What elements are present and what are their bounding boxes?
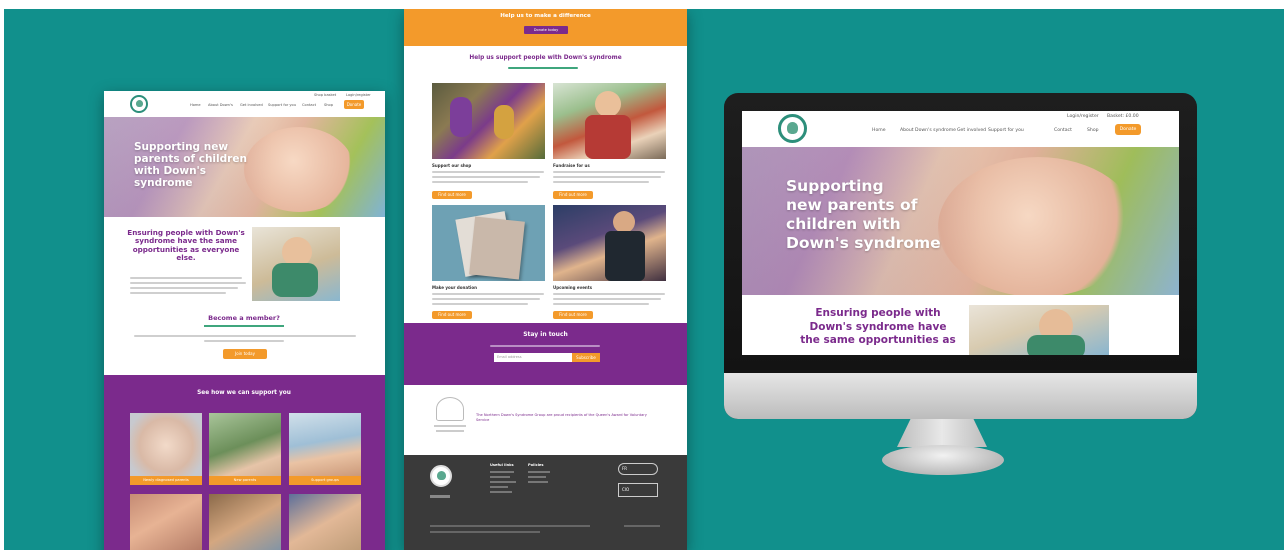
charity-logo[interactable] bbox=[130, 95, 148, 113]
banner-heading: Help us to make a difference bbox=[500, 13, 591, 19]
footer-logo[interactable] bbox=[430, 465, 452, 487]
monitor-intro-line-1: Ensuring people with bbox=[815, 307, 941, 319]
card-button-fundraise[interactable]: Find out more bbox=[553, 191, 593, 199]
support-tile-3-caption: Support groups bbox=[289, 476, 361, 485]
monitor-nav-get-involved[interactable]: Get involved bbox=[957, 128, 986, 133]
newsletter-section: Stay in touch Email address Subscribe bbox=[404, 323, 687, 385]
fundraising-regulator-badge: FR bbox=[618, 463, 658, 475]
crown-icon bbox=[436, 397, 464, 421]
child-playing-photo bbox=[252, 227, 340, 301]
newsletter-heading: Stay in touch bbox=[523, 331, 568, 338]
card-button-events[interactable]: Find out more bbox=[553, 311, 593, 319]
monitor-hero-line-4: Down's syndrome bbox=[786, 233, 941, 252]
support-heading: See how we can support you bbox=[197, 390, 291, 396]
monitor-screen: Login/register Basket: £0.00 Home About … bbox=[742, 111, 1179, 355]
newsletter-email-input[interactable]: Email address bbox=[494, 353, 574, 362]
monitor-nav-shop[interactable]: Shop bbox=[1087, 128, 1099, 133]
monitor-hero-title: Supporting new parents of children with … bbox=[786, 177, 941, 253]
newsletter-subtext bbox=[490, 345, 600, 347]
member-heading: Become a member? bbox=[208, 314, 280, 322]
monitor-login-link[interactable]: Login/register bbox=[1067, 114, 1099, 119]
homepage-mock: Shop basket Login/register Home About Do… bbox=[104, 91, 385, 550]
support-tile-3[interactable]: Support groups bbox=[289, 413, 361, 485]
donate-banner: Help us to make a difference Donate toda… bbox=[404, 9, 687, 46]
card-button-shop[interactable]: Find out more bbox=[432, 191, 472, 199]
support-underline bbox=[508, 67, 578, 69]
card-title-fundraise: Fundraise for us bbox=[553, 163, 590, 168]
monitor-hero-line-1: Supporting bbox=[786, 177, 884, 195]
monitor-hero-line-2: new parents of bbox=[786, 195, 918, 214]
support-tile-2-caption: New parents bbox=[209, 476, 281, 485]
footer-social-icons[interactable] bbox=[430, 495, 450, 498]
site-header: Shop basket Login/register Home About Do… bbox=[104, 91, 385, 117]
support-tile-4[interactable] bbox=[130, 494, 202, 550]
top-link-login[interactable]: Login/register bbox=[346, 93, 371, 97]
award-text: The Northern Down's Syndrome Group are p… bbox=[476, 413, 647, 422]
member-underline bbox=[204, 325, 284, 327]
support-heading: Help us support people with Down's syndr… bbox=[469, 55, 622, 61]
nav-about[interactable]: About Down's bbox=[208, 103, 233, 107]
monitor-nav-about[interactable]: About Down's syndrome bbox=[900, 128, 956, 133]
monitor-header: Login/register Basket: £0.00 Home About … bbox=[742, 111, 1179, 147]
nav-home[interactable]: Home bbox=[190, 103, 201, 107]
nav-contact[interactable]: Contact bbox=[302, 103, 316, 107]
monitor-nav-contact[interactable]: Contact bbox=[1054, 128, 1072, 133]
card-title-donation: Make your donation bbox=[432, 285, 477, 290]
member-text bbox=[134, 335, 356, 337]
queens-award-crest bbox=[432, 397, 468, 437]
support-tile-1[interactable]: Newly diagnosed parents bbox=[130, 413, 202, 485]
monitor-basket-link[interactable]: Basket: £0.00 bbox=[1107, 114, 1139, 119]
banner-donate-button[interactable]: Donate today bbox=[524, 26, 568, 34]
card-title-events: Upcoming events bbox=[553, 285, 593, 290]
monitor-nav-home[interactable]: Home bbox=[872, 128, 886, 133]
monitor-child-photo bbox=[969, 305, 1109, 355]
card-photo-events bbox=[553, 205, 666, 281]
nav-shop[interactable]: Shop bbox=[324, 103, 333, 107]
nav-support[interactable]: Support for you bbox=[268, 103, 296, 107]
footer-heading-policies: Policies bbox=[528, 463, 544, 467]
monitor-intro-line-2: Down's syndrome have bbox=[809, 320, 947, 333]
site-footer: Useful links Policies FR CIO bbox=[404, 455, 687, 550]
monitor-stand-neck bbox=[897, 419, 987, 447]
card-photo-fundraise bbox=[553, 83, 666, 159]
footer-heading-links: Useful links bbox=[490, 463, 514, 467]
intro-heading: Ensuring people with Down's syndrome hav… bbox=[127, 228, 245, 262]
hero-title: Supporting new parents of children with … bbox=[134, 141, 247, 190]
monitor-stand-base bbox=[882, 445, 1004, 475]
monitor-intro-line-3: the same opportunities as bbox=[800, 334, 956, 347]
card-photo-donation bbox=[432, 205, 545, 281]
card-button-donation[interactable]: Find out more bbox=[432, 311, 472, 319]
support-tile-1-caption: Newly diagnosed parents bbox=[130, 476, 202, 485]
monitor-chin bbox=[724, 373, 1197, 419]
support-tile-2[interactable]: New parents bbox=[209, 413, 281, 485]
support-tile-6[interactable] bbox=[289, 494, 361, 550]
fr-badge-text: FR bbox=[622, 466, 628, 471]
charity-badge: CIO bbox=[618, 483, 658, 497]
desktop-monitor: Login/register Basket: £0.00 Home About … bbox=[724, 93, 1197, 419]
nav-donate-button[interactable]: Donate bbox=[344, 100, 364, 109]
join-button[interactable]: Join today bbox=[223, 349, 267, 359]
monitor-intro-heading: Ensuring people with Down's syndrome hav… bbox=[778, 307, 978, 348]
card-photo-shop bbox=[432, 83, 545, 159]
monitor-nav-donate[interactable]: Donate bbox=[1115, 124, 1141, 135]
monitor-hero-line-3: children with bbox=[786, 214, 901, 233]
top-link-basket[interactable]: Shop basket bbox=[314, 93, 336, 97]
support-page-mock: Help us to make a difference Donate toda… bbox=[404, 9, 687, 550]
card-title-shop: Support our shop bbox=[432, 163, 472, 168]
newsletter-subscribe-button[interactable]: Subscribe bbox=[572, 353, 600, 362]
teal-background: Shop basket Login/register Home About Do… bbox=[4, 9, 1284, 550]
cio-badge-text: CIO bbox=[622, 487, 630, 492]
monitor-nav-support[interactable]: Support for you bbox=[988, 128, 1024, 133]
nav-get-involved[interactable]: Get involved bbox=[240, 103, 263, 107]
monitor-logo[interactable] bbox=[778, 114, 807, 143]
support-tile-5[interactable] bbox=[209, 494, 281, 550]
